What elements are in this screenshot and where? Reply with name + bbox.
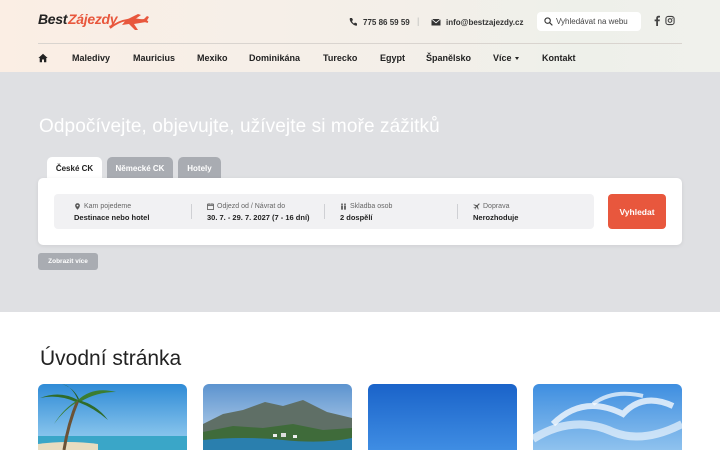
- card-image-mountain-coast: [203, 384, 352, 450]
- chevron-down-icon: [514, 57, 519, 61]
- transport-value: Nerozhoduje: [473, 213, 519, 222]
- nav-item-maledivy[interactable]: Maledivy: [72, 53, 110, 63]
- nav-item-mauricius[interactable]: Mauricius: [133, 53, 175, 63]
- search-panel: Kam pojedeme Destinace nebo hotel Odjezd…: [38, 178, 682, 245]
- destination-card[interactable]: [38, 384, 187, 450]
- email-address: info@bestzajezdy.cz: [446, 17, 524, 27]
- phone-icon: [349, 18, 357, 26]
- persons-label: Skladba osob: [340, 203, 392, 210]
- card-image-clouds: [533, 384, 682, 450]
- nav-item-dominikana[interactable]: Dominikána: [249, 53, 300, 63]
- email-contact[interactable]: info@bestzajezdy.cz: [431, 17, 523, 27]
- tab-nemecke-ck[interactable]: Německé CK: [107, 157, 173, 179]
- field-divider: [457, 204, 458, 219]
- logo-plane-icon: [109, 14, 149, 30]
- tab-ceske-ck[interactable]: České CK: [47, 157, 102, 179]
- nav-item-egypt[interactable]: Egypt: [380, 53, 405, 63]
- nav-divider: [38, 43, 682, 44]
- phone-number: 775 86 59 59: [363, 17, 410, 27]
- home-icon[interactable]: [38, 53, 48, 63]
- destination-card[interactable]: [368, 384, 517, 450]
- destination-card[interactable]: [203, 384, 352, 450]
- show-more-button[interactable]: Zobrazit více: [38, 253, 98, 270]
- date-label: Odjezd od / Návrat do: [207, 203, 285, 210]
- site-header: Best Zájezdy 775 86 59 59 | info@bestzaj…: [0, 0, 720, 72]
- date-label-text: Odjezd od / Návrat do: [217, 203, 286, 210]
- destination-card[interactable]: [533, 384, 682, 450]
- nav-item-mexiko[interactable]: Mexiko: [197, 53, 228, 63]
- card-image-palm-beach: [38, 384, 187, 450]
- field-divider: [191, 204, 192, 219]
- envelope-icon: [431, 18, 441, 26]
- persons-field[interactable]: Skladba osob 2 dospělí: [340, 194, 450, 229]
- plane-icon: [473, 203, 480, 210]
- nav-item-turecko[interactable]: Turecko: [323, 53, 357, 63]
- transport-label: Doprava: [473, 203, 509, 210]
- transport-field[interactable]: Doprava Nerozhoduje: [473, 194, 583, 229]
- nav-item-spanelsko[interactable]: Španělsko: [426, 53, 471, 63]
- hero-title: Odpočívejte, objevujte, užívejte si moře…: [39, 116, 440, 137]
- card-image-blue-sky: [368, 384, 517, 450]
- search-fields: Kam pojedeme Destinace nebo hotel Odjezd…: [54, 194, 594, 229]
- site-search: [537, 12, 641, 31]
- persons-value: 2 dospělí: [340, 213, 373, 222]
- persons-label-text: Skladba osob: [350, 203, 393, 210]
- hero-section: Odpočívejte, objevujte, užívejte si moře…: [0, 72, 720, 312]
- search-icon: [544, 17, 553, 26]
- date-field[interactable]: Odjezd od / Návrat do 30. 7. - 29. 7. 20…: [207, 194, 327, 229]
- destination-label: Kam pojedeme: [74, 203, 131, 210]
- logo-text-best: Best: [38, 11, 68, 27]
- people-icon: [341, 203, 346, 210]
- transport-label-text: Doprava: [483, 203, 510, 210]
- page-title: Úvodní stránka: [40, 347, 182, 370]
- field-divider: [324, 204, 325, 219]
- phone-contact[interactable]: 775 86 59 59: [348, 17, 410, 27]
- nav-item-vice-label: Více: [493, 53, 512, 63]
- calendar-icon: [207, 203, 214, 210]
- facebook-icon[interactable]: [652, 15, 662, 26]
- search-input[interactable]: [556, 17, 640, 26]
- destination-value: Destinace nebo hotel: [74, 213, 150, 222]
- location-pin-icon: [75, 203, 80, 210]
- nav-item-vice[interactable]: Více: [493, 53, 519, 63]
- search-button[interactable]: Vyhledat: [608, 194, 666, 229]
- date-value: 30. 7. - 29. 7. 2027 (7 - 16 dní): [207, 213, 310, 222]
- contact-separator: |: [417, 16, 420, 26]
- site-logo[interactable]: Best Zájezdy: [38, 8, 150, 36]
- tab-hotely[interactable]: Hotely: [178, 157, 221, 179]
- instagram-icon[interactable]: [665, 15, 675, 26]
- destination-label-text: Kam pojedeme: [84, 203, 132, 210]
- nav-item-kontakt[interactable]: Kontakt: [542, 53, 576, 63]
- destination-field[interactable]: Kam pojedeme Destinace nebo hotel: [74, 194, 189, 229]
